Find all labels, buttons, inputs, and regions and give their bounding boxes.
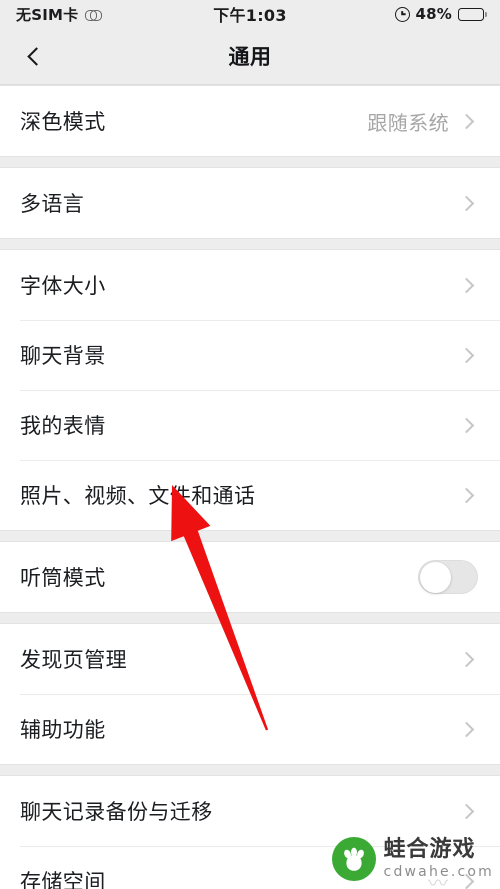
settings-row-dark-mode[interactable]: 深色模式 跟随系统 (0, 86, 500, 156)
chevron-right-icon (458, 803, 475, 819)
chevron-right-icon (458, 651, 475, 667)
settings-row-label: 发现页管理 (20, 648, 127, 672)
settings-row-toggle[interactable] (418, 560, 478, 594)
link-icon (85, 9, 103, 21)
back-button[interactable] (8, 28, 60, 85)
battery-icon (458, 7, 488, 21)
watermark-text: 蛙合游戏 cdwahe.com (383, 837, 494, 880)
settings-row-label: 辅助功能 (20, 718, 106, 742)
settings-row-label: 多语言 (20, 192, 85, 216)
carrier-label: 无SIM卡 (16, 5, 79, 24)
settings-row-label: 聊天记录备份与迁移 (20, 800, 213, 824)
navigation-bar: 通用 (0, 28, 500, 85)
status-bar-time: 下午1:03 (213, 6, 287, 25)
alarm-clock-icon (394, 6, 410, 22)
chevron-right-icon (458, 417, 475, 433)
chevron-right-icon (458, 113, 475, 129)
chevron-right-icon (458, 721, 475, 737)
status-bar-right: 48% (287, 5, 488, 23)
settings-group: 字体大小聊天背景我的表情照片、视频、文件和通话 (0, 249, 500, 531)
watermark: 蛙合游戏 cdwahe.com (331, 837, 494, 881)
settings-list: 深色模式 跟随系统多语言字体大小聊天背景我的表情照片、视频、文件和通话 听筒模式发现… (0, 85, 500, 889)
battery-percent-label: 48% (415, 5, 453, 23)
frog-logo-icon (331, 837, 376, 881)
settings-group: 多语言 (0, 167, 500, 239)
settings-row-accessibility[interactable]: 辅助功能 (0, 694, 500, 764)
settings-row-font-size[interactable]: 字体大小 (0, 250, 500, 320)
chevron-right-icon (458, 347, 475, 363)
status-bar: 无SIM卡 下午1:03 48% (0, 0, 500, 28)
settings-group: 听筒模式 (0, 541, 500, 613)
chevron-right-icon (458, 195, 475, 211)
status-bar-left: 无SIM卡 (16, 4, 213, 25)
settings-row-label: 我的表情 (20, 414, 106, 438)
settings-row-earpiece-mode[interactable]: 听筒模式 (0, 542, 500, 612)
settings-row-my-stickers[interactable]: 我的表情 (0, 390, 500, 460)
chevron-right-icon (458, 487, 475, 503)
watermark-title: 蛙合游戏 (383, 837, 476, 862)
settings-group: 深色模式 跟随系统 (0, 85, 500, 157)
toggle-knob (419, 561, 451, 593)
settings-row-discover-page-management[interactable]: 发现页管理 (0, 624, 500, 694)
page-title: 通用 (228, 45, 272, 69)
settings-row-photos-videos-files-calls[interactable]: 照片、视频、文件和通话 (0, 460, 500, 530)
watermark-url: cdwahe.com (383, 864, 494, 880)
back-chevron-icon (26, 47, 46, 66)
settings-row-multi-language[interactable]: 多语言 (0, 168, 500, 238)
settings-group: 发现页管理 辅助功能 (0, 623, 500, 765)
settings-row-label: 照片、视频、文件和通话 (20, 484, 256, 508)
settings-row-label: 聊天背景 (20, 344, 106, 368)
settings-row-label: 听筒模式 (20, 566, 106, 590)
settings-row-label: 字体大小 (20, 274, 106, 298)
settings-row-value: 跟随系统 (367, 110, 449, 135)
chevron-right-icon (458, 277, 475, 293)
settings-row-label: 深色模式 (20, 110, 106, 134)
phone-screen: 无SIM卡 下午1:03 48% 通用 深色模式 跟随系统多语言字体大小聊天背景我… (0, 0, 500, 889)
settings-row-chat-backup-migration[interactable]: 聊天记录备份与迁移 (0, 776, 500, 846)
settings-row-chat-background[interactable]: 聊天背景 (0, 320, 500, 390)
